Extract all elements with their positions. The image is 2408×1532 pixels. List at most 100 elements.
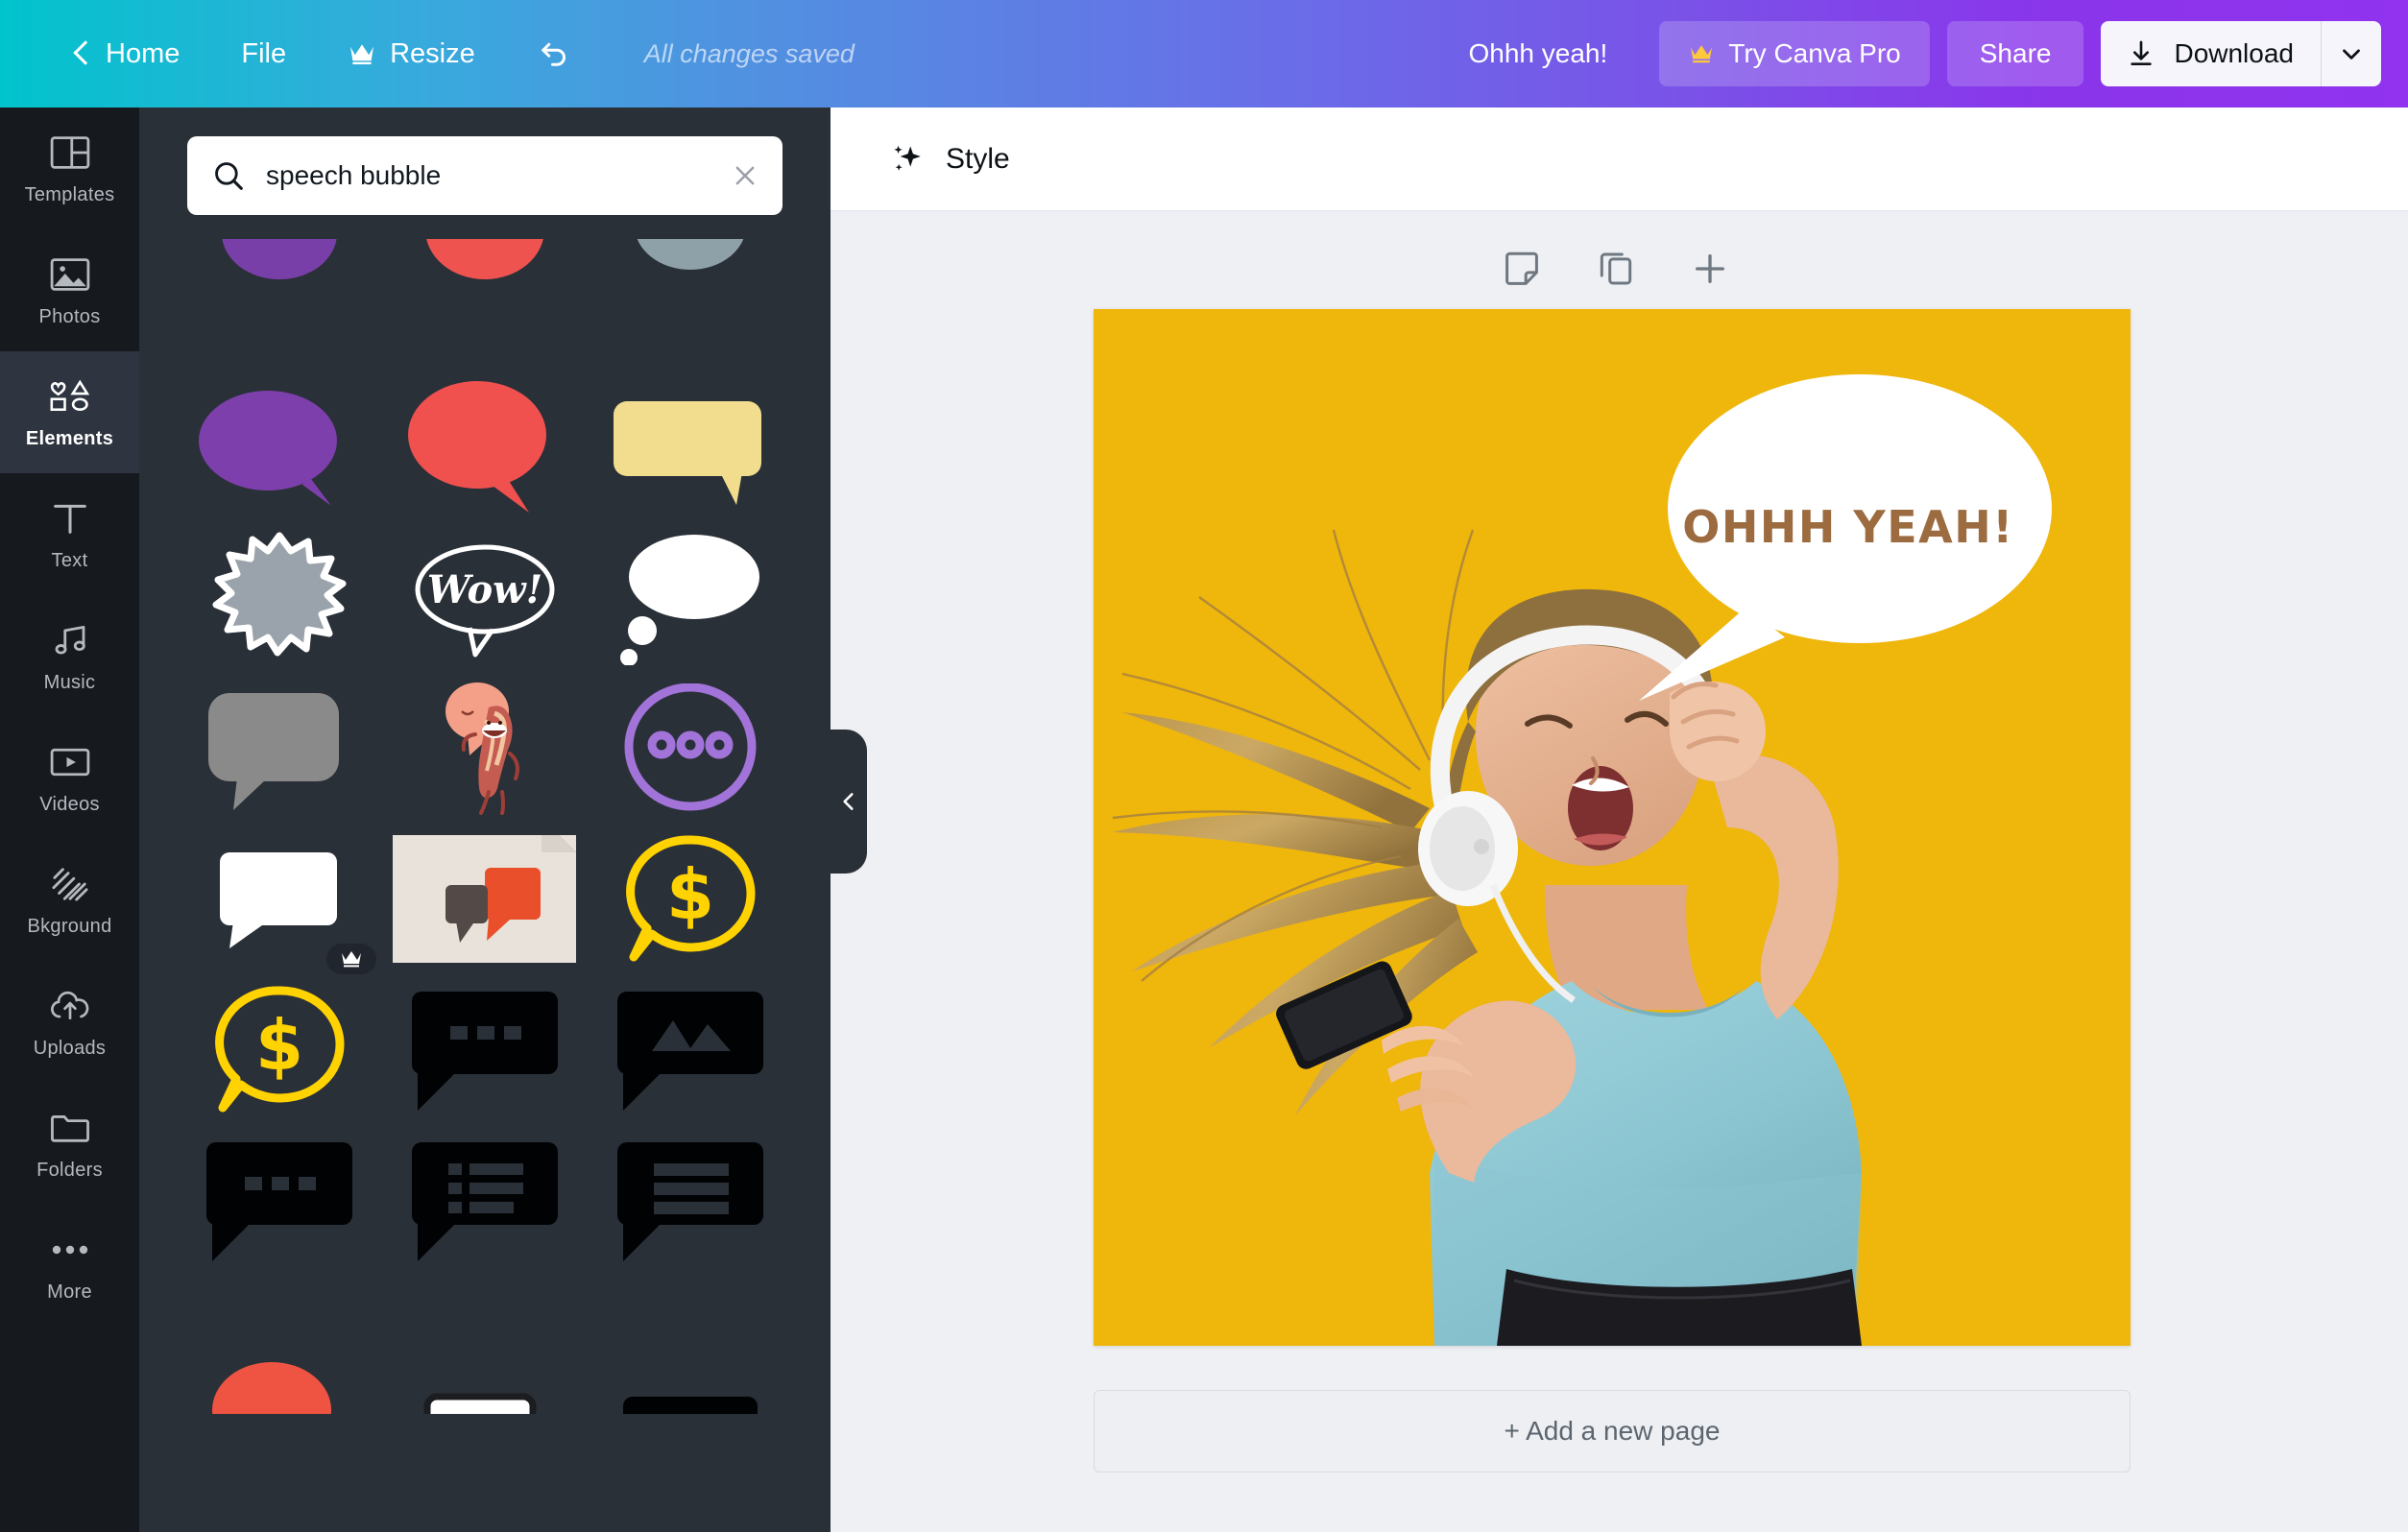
element-result-black-dots-bubble[interactable] [393, 986, 576, 1113]
element-result-red-partial-bottom[interactable] [187, 1287, 371, 1415]
close-icon [735, 166, 755, 185]
sidebar-item-label: Photos [38, 306, 101, 327]
sidebar-item-more[interactable]: More [0, 1205, 139, 1327]
element-result-wow-bubble[interactable]: Wow! [393, 534, 576, 661]
undo-button[interactable] [506, 0, 602, 108]
sidebar-item-label: More [47, 1281, 92, 1303]
svg-text:$: $ [665, 854, 713, 935]
element-result-purple-oval-bubble[interactable] [187, 383, 371, 511]
element-result-partial-2[interactable] [393, 232, 576, 360]
element-result-yellow-rect-bubble[interactable] [598, 383, 782, 511]
share-label: Share [1979, 38, 2052, 68]
resize-button[interactable]: Resize [317, 0, 506, 108]
chevron-left-icon [843, 793, 854, 810]
top-toolbar-left: Home File Resize All changes saved [0, 0, 855, 108]
element-result-yellow-dollar-bubble-2[interactable]: $ [187, 985, 371, 1113]
speech-bubble-text: OHHH YEAH! [1682, 501, 2014, 553]
element-result-thought-bubble[interactable] [598, 534, 782, 665]
download-button-group[interactable]: Download [2101, 21, 2381, 86]
sidebar-item-label: Music [43, 672, 96, 693]
sidebar-item-label: Bkground [27, 916, 112, 937]
photos-icon [50, 252, 90, 297]
download-label: Download [2174, 38, 2294, 68]
sidebar-item-label: Text [51, 550, 88, 571]
clear-search-button[interactable] [731, 161, 759, 190]
style-label: Style [946, 142, 1010, 175]
sidebar-item-label: Uploads [33, 1038, 107, 1059]
download-icon [2131, 40, 2153, 65]
pro-label: Try Canva Pro [1728, 38, 1901, 68]
crown-icon [342, 951, 361, 968]
design-canvas[interactable]: OHHH YEAH! [1094, 309, 2131, 1346]
elements-results-grid: Wow! $ $ [187, 232, 802, 1415]
sidebar-item-photos[interactable]: Photos [0, 229, 139, 351]
home-button[interactable]: Home [40, 0, 210, 108]
element-result-yellow-dollar-bubble[interactable]: $ [598, 834, 782, 963]
duplicate-page-icon[interactable] [1596, 249, 1636, 289]
element-result-black-lines-bubble[interactable] [598, 1137, 782, 1264]
sidebar-item-elements[interactable]: Elements [0, 351, 139, 473]
uploads-icon [49, 984, 91, 1028]
top-toolbar-right: Ohhh yeah! Try Canva Pro Share Download [1452, 21, 2408, 86]
element-result-black-dots-bubble-2[interactable] [187, 1137, 371, 1264]
download-button[interactable]: Download [2101, 21, 2321, 86]
download-dropdown-button[interactable] [2322, 21, 2381, 86]
element-result-document-bubbles[interactable] [393, 835, 576, 963]
chevron-left-icon [71, 43, 92, 64]
collapse-panel-button[interactable] [831, 730, 867, 874]
crown-icon [350, 44, 374, 65]
notes-icon[interactable] [1502, 249, 1542, 289]
add-page-label: + Add a new page [1504, 1416, 1721, 1446]
sidebar-item-label: Templates [24, 184, 115, 205]
main-editor-area: Style OHHH YEAH! + Add a new page [831, 108, 2408, 1532]
sidebar-item-templates[interactable]: Templates [0, 108, 139, 229]
sidebar-item-folders[interactable]: Folders [0, 1083, 139, 1205]
sidebar-item-label: Videos [39, 794, 100, 815]
svg-text:$: $ [254, 1005, 302, 1086]
sidebar-item-text[interactable]: Text [0, 473, 139, 595]
search-box[interactable] [187, 136, 783, 215]
elements-panel: Wow! $ $ speech bubble [139, 108, 831, 1532]
element-result-bacon-character[interactable] [393, 682, 576, 815]
element-result-black-list-bubble[interactable] [393, 1137, 576, 1264]
document-title[interactable]: Ohhh yeah! [1452, 31, 1625, 77]
sidebar-item-music[interactable]: Music [0, 595, 139, 717]
element-result-burst-bubble[interactable] [187, 532, 371, 661]
templates-icon [50, 131, 90, 175]
element-result-chalk-white-bubble[interactable] [187, 835, 376, 974]
folders-icon [50, 1106, 90, 1150]
speech-bubble-element[interactable]: OHHH YEAH! [1622, 367, 2073, 703]
element-result-red-round-bubble[interactable] [393, 380, 576, 513]
element-result-black-image-bubble[interactable] [598, 986, 782, 1113]
add-page-icon[interactable] [1690, 249, 1730, 289]
elements-panel-scroll[interactable]: Wow! $ $ speech bubble [139, 108, 831, 1532]
search-input[interactable] [266, 160, 710, 191]
text-icon [51, 496, 89, 540]
home-label: Home [106, 38, 181, 69]
crown-gold-icon [1691, 45, 1713, 63]
chevron-down-icon [2343, 49, 2360, 60]
music-icon [50, 618, 90, 662]
element-result-partial-1[interactable] [187, 232, 371, 360]
style-toolbar: Style [831, 108, 2408, 211]
sidebar-item-background[interactable]: Bkground [0, 839, 139, 961]
element-result-partial-3[interactable] [598, 232, 782, 360]
undo-icon [542, 42, 566, 66]
more-icon [50, 1228, 90, 1272]
try-canva-pro-button[interactable]: Try Canva Pro [1659, 21, 1930, 86]
resize-label: Resize [390, 38, 475, 69]
pro-badge [326, 944, 376, 974]
file-menu-button[interactable]: File [210, 0, 317, 108]
sidebar-item-label: Elements [25, 428, 114, 449]
share-button[interactable]: Share [1946, 21, 2084, 86]
sidebar-item-videos[interactable]: Videos [0, 717, 139, 839]
top-toolbar: Home File Resize All changes saved Ohhh … [0, 0, 2408, 108]
sparkle-icon [894, 145, 921, 171]
add-new-page-button[interactable]: + Add a new page [1094, 1390, 2131, 1472]
background-icon [50, 862, 90, 906]
element-result-purple-dots-bubble[interactable] [598, 682, 782, 812]
element-result-white-partial-bottom[interactable] [393, 1287, 576, 1415]
element-result-black-partial-bottom[interactable] [598, 1287, 782, 1415]
sidebar-item-uploads[interactable]: Uploads [0, 961, 139, 1083]
element-result-gray-rounded-bubble[interactable] [187, 684, 371, 812]
